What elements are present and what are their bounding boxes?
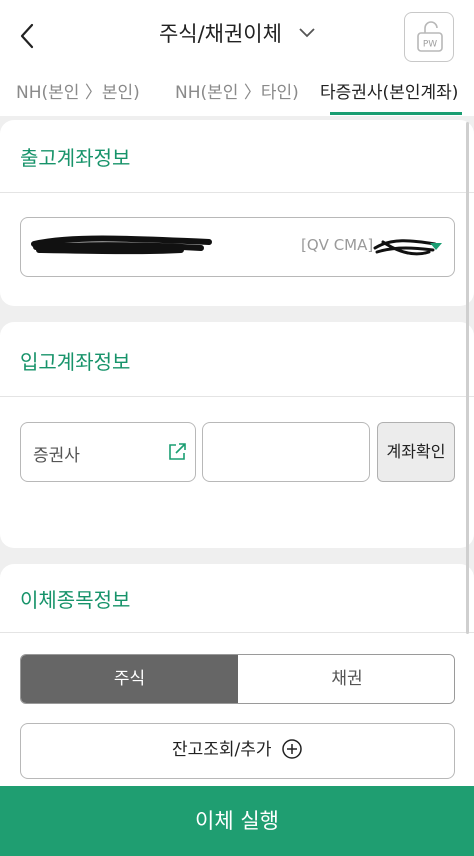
account-confirm-button[interactable]: 계좌확인	[377, 422, 455, 482]
active-tab-indicator	[330, 112, 462, 115]
broker-select[interactable]: 증권사	[20, 422, 196, 482]
transfer-tabs: NH(본인 〉본인) NH(본인 〉타인) 타증권사(본인계좌)	[0, 72, 474, 116]
section-divider	[0, 192, 474, 193]
deposit-account-section: 입고계좌정보 증권사 계좌확인	[0, 322, 474, 548]
lock-pw-icon: PW	[417, 21, 443, 52]
tab-nh-self-other[interactable]: NH(본인 〉타인)	[175, 78, 299, 103]
scrollbar[interactable]	[466, 122, 469, 634]
balance-inquiry-add-label: 잔고조회/추가	[172, 740, 272, 760]
redacted-account-number	[31, 235, 212, 255]
pw-label: PW	[423, 40, 437, 50]
section-divider	[0, 396, 474, 397]
app-header: 주식/채권이체 PW	[0, 0, 474, 72]
chevron-down-icon	[299, 28, 315, 38]
asset-type-segment: 주식 채권	[20, 654, 455, 704]
password-button[interactable]: PW	[404, 12, 454, 62]
title-selector[interactable]: 주식/채권이체	[0, 18, 474, 48]
transfer-items-section: 이체종목정보 주식 채권 잔고조회/추가	[0, 564, 474, 786]
deposit-account-input[interactable]	[202, 422, 370, 482]
dropdown-caret-icon	[430, 243, 442, 250]
deposit-section-title: 입고계좌정보	[20, 350, 131, 374]
withdraw-section-title: 출고계좌정보	[20, 146, 131, 170]
transfer-items-title: 이체종목정보	[20, 588, 131, 612]
segment-bond[interactable]: 채권	[238, 655, 454, 703]
segment-stock[interactable]: 주식	[21, 655, 238, 703]
account-type-label: [QV CMA]	[301, 236, 374, 254]
broker-label: 증권사	[33, 446, 80, 466]
withdraw-account-select[interactable]: [QV CMA]	[20, 217, 455, 277]
external-link-icon	[169, 443, 186, 460]
balance-inquiry-add-button[interactable]: 잔고조회/추가	[20, 723, 455, 779]
section-divider	[0, 632, 474, 633]
page-title: 주식/채권이체	[158, 22, 282, 46]
withdraw-account-section: 출고계좌정보 [QV CMA]	[0, 120, 474, 306]
tab-nh-self-self[interactable]: NH(본인 〉본인)	[16, 78, 140, 103]
plus-circle-icon	[282, 738, 302, 759]
tab-other-broker[interactable]: 타증권사(본인계좌)	[320, 78, 458, 103]
execute-transfer-button[interactable]: 이체 실행	[0, 786, 474, 856]
